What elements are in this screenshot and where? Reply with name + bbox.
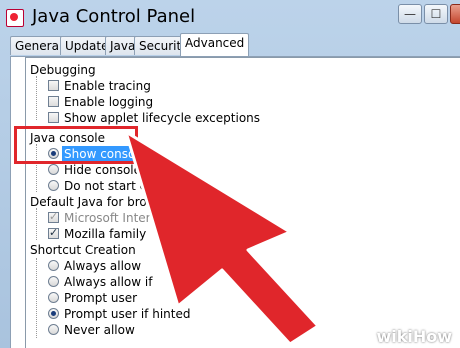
tab-advanced[interactable]: Advanced — [180, 33, 250, 56]
java-control-panel-window: Java Control Panel — ☐ ✕ General Update … — [0, 0, 460, 348]
wikihow-watermark: wikiHow — [376, 327, 452, 346]
